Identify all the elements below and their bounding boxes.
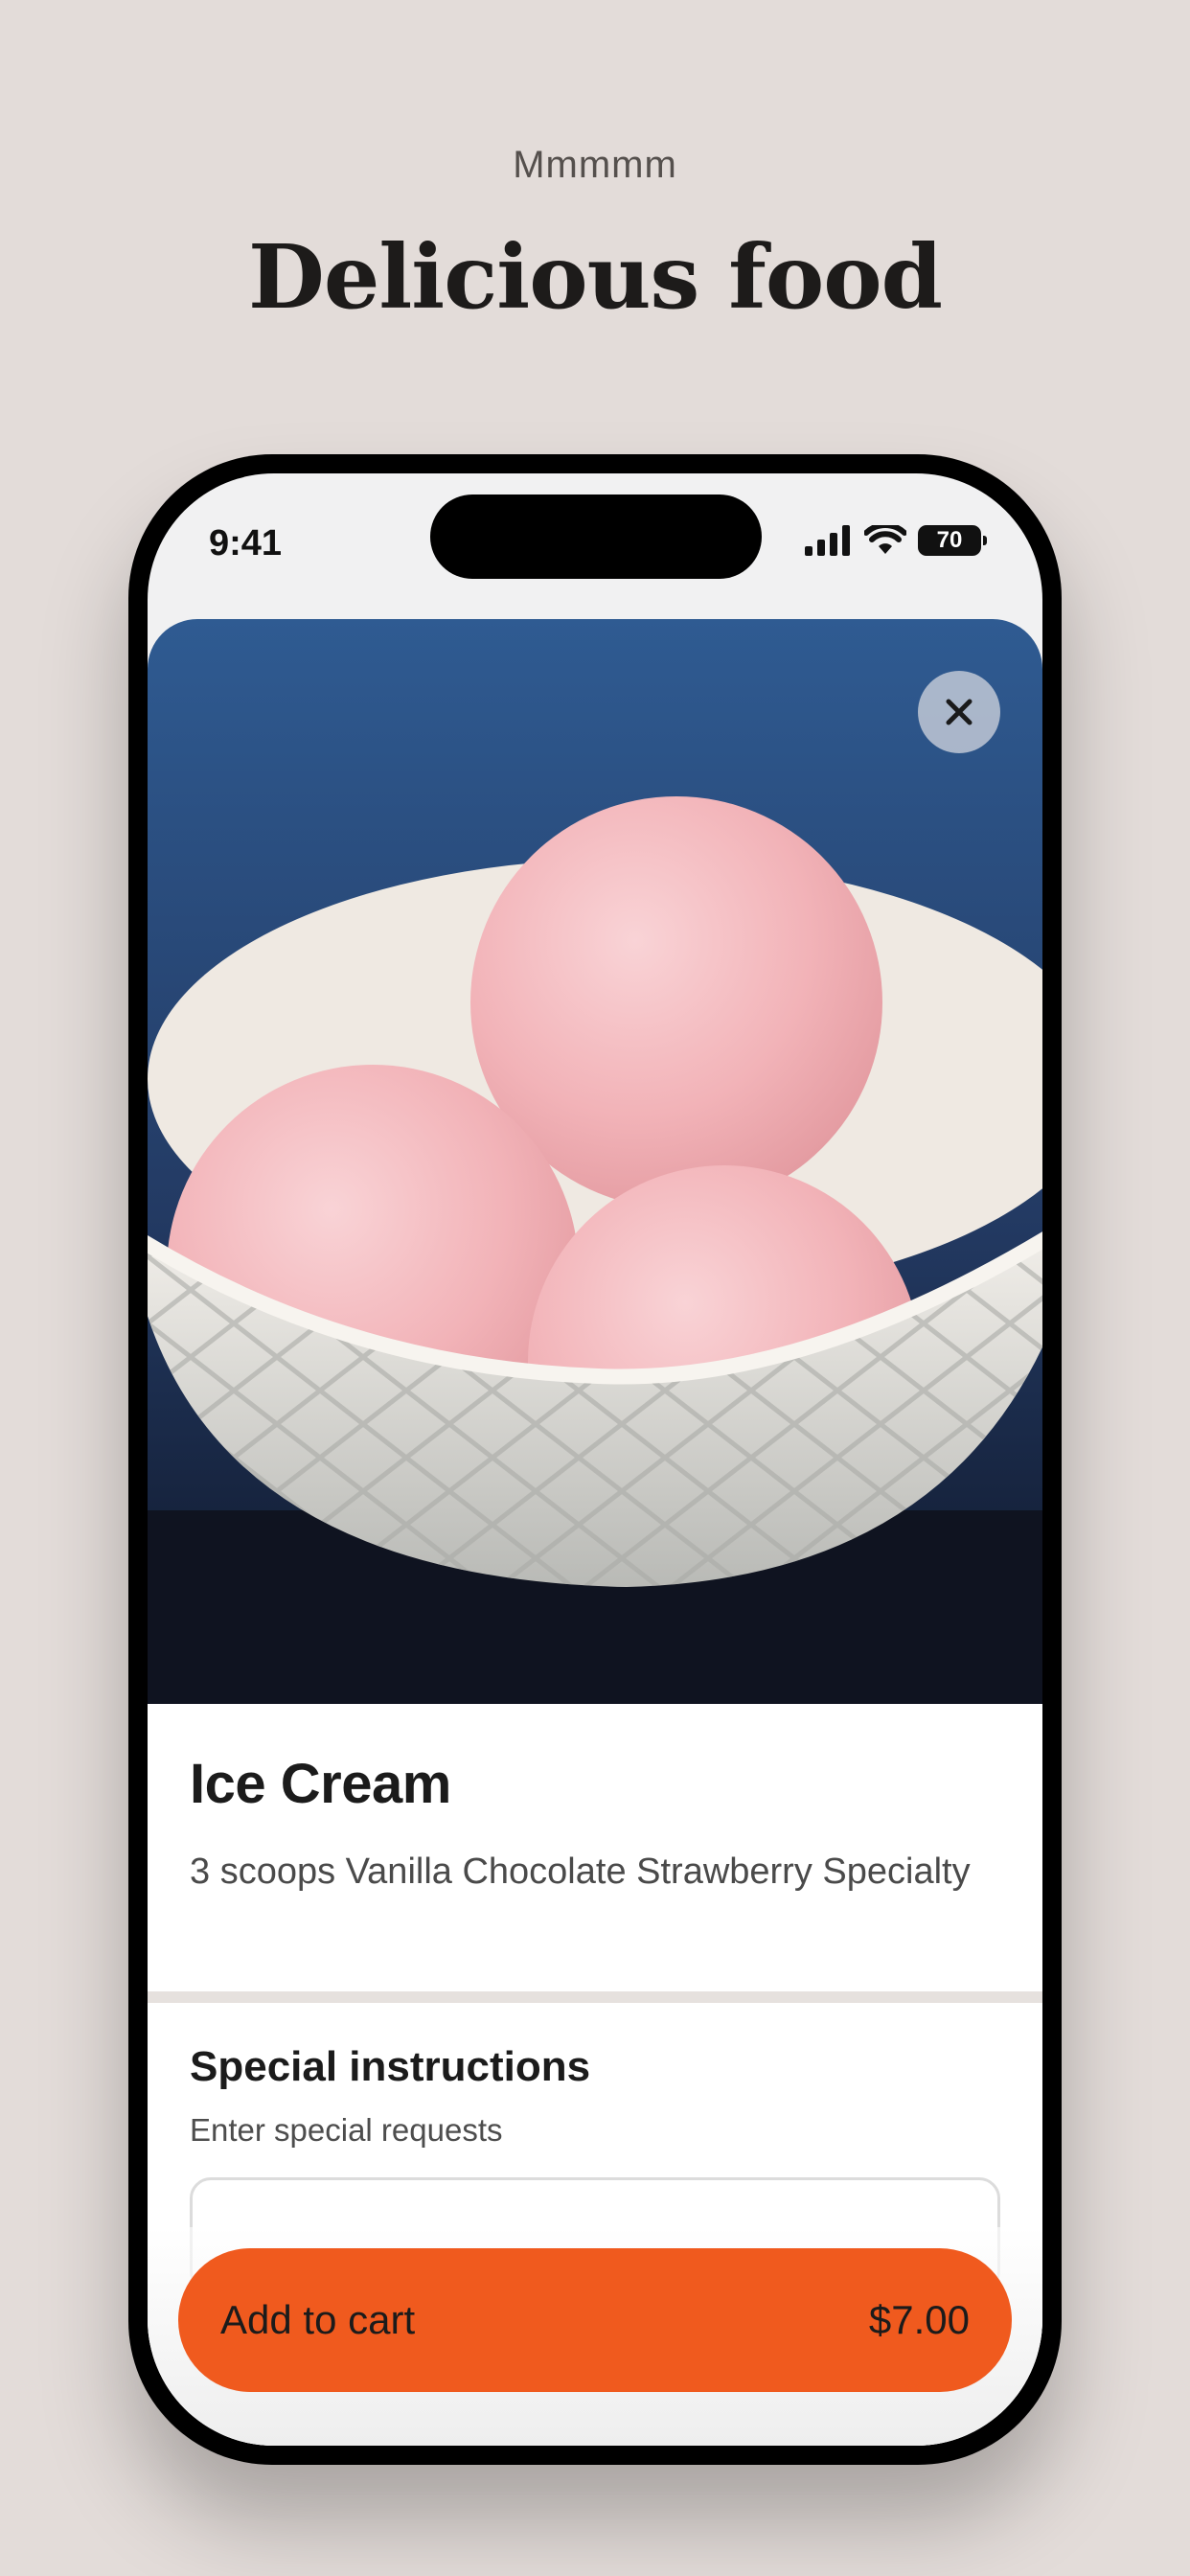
item-description: 3 scoops Vanilla Chocolate Strawberry Sp… [190,1852,971,1892]
cart-price: $7.00 [868,2297,970,2342]
add-to-cart-button[interactable]: Add to cart $7.00 [178,2248,1012,2392]
item-detail-sheet: Ice Cream 3 scoops Vanilla Chocolate Str… [148,619,1042,2446]
special-instructions-title: Special instructions [190,2043,591,2090]
status-bar: 9:41 70 [148,473,1042,608]
status-time: 9:41 [209,523,283,564]
item-info: Ice Cream 3 scoops Vanilla Chocolate Str… [148,1704,1042,1902]
add-to-cart-label: Add to cart [220,2297,416,2342]
phone-frame: 9:41 70 Ice Cream 3 scoops Vanilla Choco… [128,454,1062,2465]
close-icon [946,699,973,725]
eyebrow-text: Mmmmm [513,144,677,186]
page-headline: Delicious food [248,225,943,329]
status-icons: 70 [805,525,987,556]
signal-icon [805,525,850,556]
ice-cream-bowl-image [148,619,1042,1704]
dynamic-island [430,494,762,579]
special-instructions-subtitle: Enter special requests [190,2112,503,2148]
wifi-icon [864,525,906,554]
page: Mmmmm Delicious food 9:41 70 Ice Cream 3… [0,0,1190,2576]
item-image [148,619,1042,1704]
item-name: Ice Cream [190,1753,451,1815]
close-button[interactable] [918,671,1000,753]
phone-screen: 9:41 70 Ice Cream 3 scoops Vanilla Choco… [148,473,1042,2446]
battery-icon: 70 [918,525,987,556]
section-divider [148,1991,1042,2003]
